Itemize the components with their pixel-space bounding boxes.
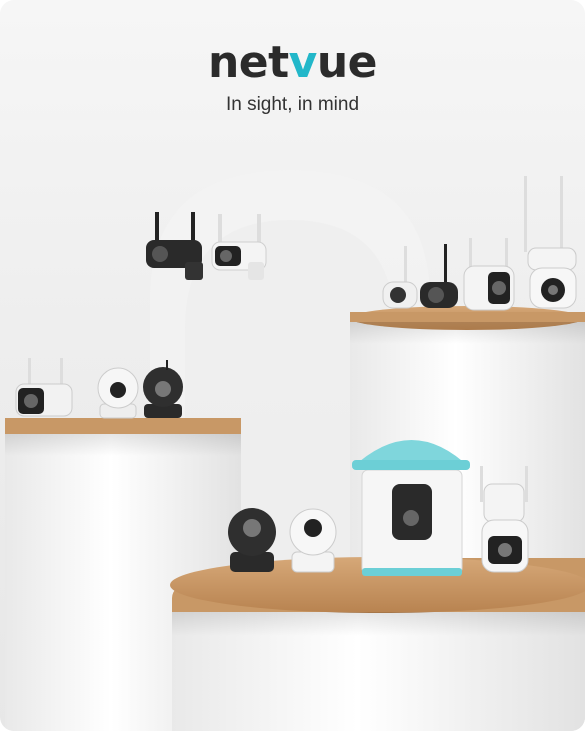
pan-tilt-camera-icon	[97, 367, 139, 419]
pan-tilt-camera-icon	[289, 508, 337, 573]
bird-feeder-camera-icon	[352, 440, 470, 576]
pan-tilt-camera-icon	[228, 508, 276, 572]
pedestal-front	[170, 557, 585, 731]
product-banner: netvue In sight, in mind	[0, 0, 585, 731]
ptz-outdoor-camera-icon	[524, 176, 577, 309]
bullet-camera-icon	[463, 238, 515, 311]
product-scene	[5, 170, 585, 731]
bullet-camera-icon	[15, 358, 73, 417]
